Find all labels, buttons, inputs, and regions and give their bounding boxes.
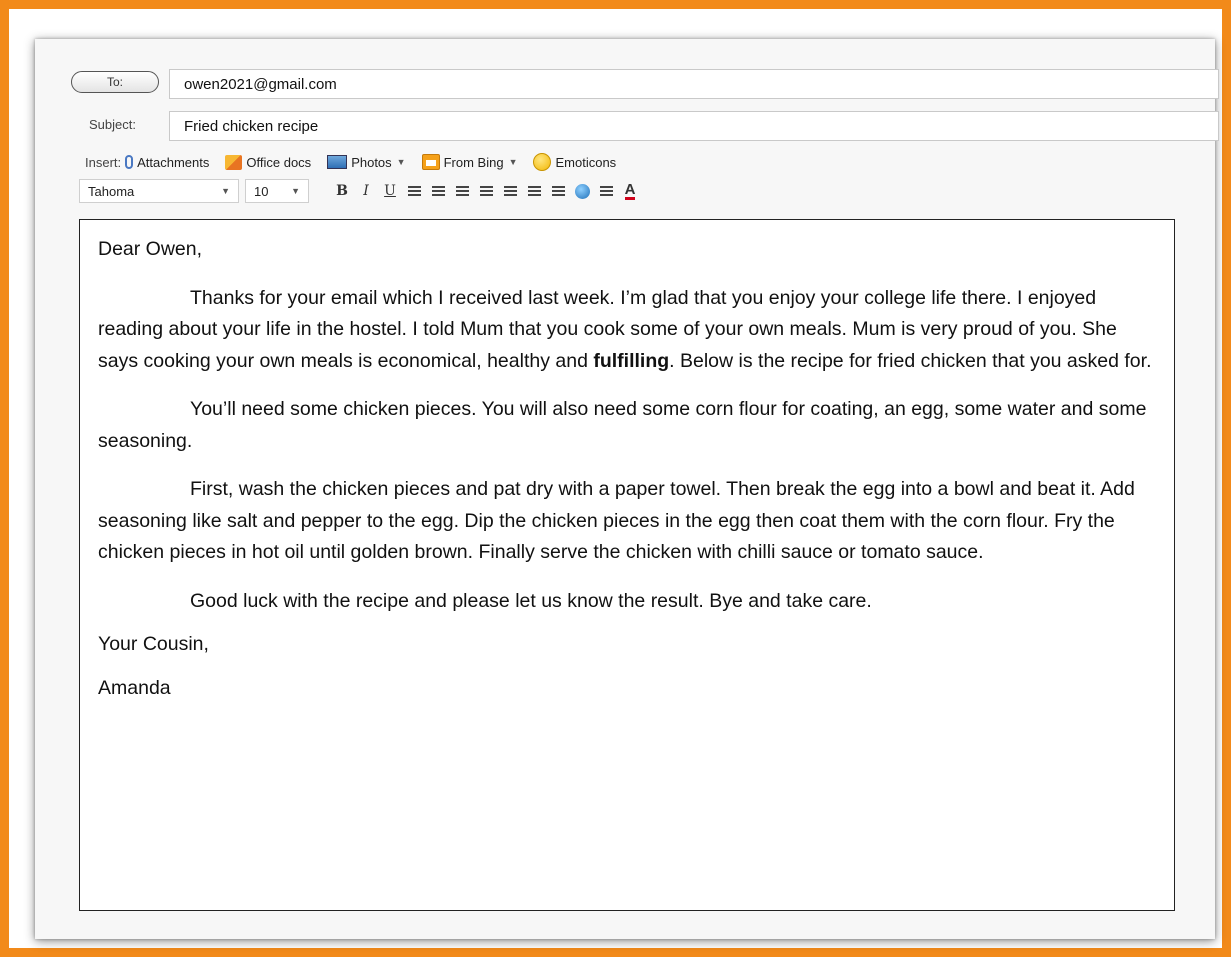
insert-emoticons-button[interactable]: Emoticons <box>533 153 616 171</box>
orange-frame: To: owen2021@gmail.com Subject: Fried ch… <box>0 0 1231 957</box>
to-button[interactable]: To: <box>71 71 159 93</box>
closing: Your Cousin, <box>98 633 209 655</box>
insert-photos-label: Photos <box>351 154 392 170</box>
align-center-button[interactable] <box>427 180 449 202</box>
message-body[interactable]: Dear Owen, Thanks for your email which I… <box>79 219 1175 911</box>
bold-button[interactable]: B <box>331 180 353 202</box>
insert-from-bing-label: From Bing <box>443 154 504 170</box>
text-direction-icon <box>599 185 613 197</box>
format-toolbar: Tahoma ▼ 10 ▼ B I U A <box>79 177 1209 205</box>
paragraph-2: You’ll need some chicken pieces. You wil… <box>98 398 1147 452</box>
greeting: Dear Owen, <box>98 238 203 260</box>
paragraph-3: First, wash the chicken pieces and pat d… <box>98 478 1135 563</box>
globe-icon <box>574 183 590 199</box>
chevron-down-icon: ▼ <box>508 157 518 167</box>
bing-icon <box>421 154 440 170</box>
insert-office-docs-button[interactable]: Office docs <box>225 154 312 170</box>
insert-label: Insert: <box>85 154 122 170</box>
signature: Amanda <box>98 676 171 699</box>
decrease-indent-button[interactable] <box>523 180 545 202</box>
emoticon-icon <box>533 153 552 171</box>
paperclip-icon <box>125 155 134 169</box>
chevron-down-icon: ▼ <box>221 186 230 196</box>
bulleted-list-button[interactable] <box>499 180 521 202</box>
photos-icon <box>327 155 348 169</box>
paragraph-1-text-end: . Below is the recipe for fried chicken … <box>669 349 1152 372</box>
font-size-select[interactable]: 10 ▼ <box>245 179 309 203</box>
align-left-button[interactable] <box>403 180 425 202</box>
font-color-icon: A <box>624 180 636 200</box>
insert-emoticons-label: Emoticons <box>555 154 617 170</box>
font-family-value: Tahoma <box>88 183 135 199</box>
paragraph-4: Good luck with the recipe and please let… <box>190 589 872 612</box>
office-docs-icon <box>225 154 243 170</box>
text-direction-button[interactable] <box>595 180 617 202</box>
increase-indent-icon <box>551 185 565 197</box>
underline-button[interactable]: U <box>379 180 401 202</box>
align-right-button[interactable] <box>451 180 473 202</box>
paragraph-1: Thanks for your email which I received l… <box>98 283 1156 378</box>
decrease-indent-icon <box>527 185 541 197</box>
paragraph-1-bold-word: fulfilling <box>593 349 670 372</box>
to-field[interactable]: owen2021@gmail.com <box>169 69 1219 99</box>
align-center-icon <box>431 185 445 197</box>
subject-label: Subject: <box>89 117 136 132</box>
insert-link-button[interactable] <box>571 180 593 202</box>
align-right-icon <box>455 185 469 197</box>
increase-indent-button[interactable] <box>547 180 569 202</box>
insert-attachments-label: Attachments <box>137 154 210 170</box>
bulleted-list-icon <box>503 185 517 197</box>
chevron-down-icon: ▼ <box>291 186 300 196</box>
font-family-select[interactable]: Tahoma ▼ <box>79 179 239 203</box>
chevron-down-icon: ▼ <box>396 157 406 167</box>
insert-bar: Insert: Attachments Office docs Photos ▼… <box>85 152 632 172</box>
align-left-icon <box>407 185 421 197</box>
font-size-value: 10 <box>254 183 269 199</box>
numbered-list-icon <box>479 185 493 197</box>
insert-attachments-button[interactable]: Attachments <box>125 155 209 170</box>
insert-photos-button[interactable]: Photos ▼ <box>327 154 406 170</box>
subject-field[interactable]: Fried chicken recipe <box>169 111 1219 141</box>
compose-window: To: owen2021@gmail.com Subject: Fried ch… <box>35 39 1219 939</box>
numbered-list-button[interactable] <box>475 180 497 202</box>
font-color-button[interactable]: A <box>619 180 641 202</box>
insert-from-bing-button[interactable]: From Bing ▼ <box>421 154 518 170</box>
insert-office-docs-label: Office docs <box>246 154 312 170</box>
italic-button[interactable]: I <box>355 180 377 202</box>
